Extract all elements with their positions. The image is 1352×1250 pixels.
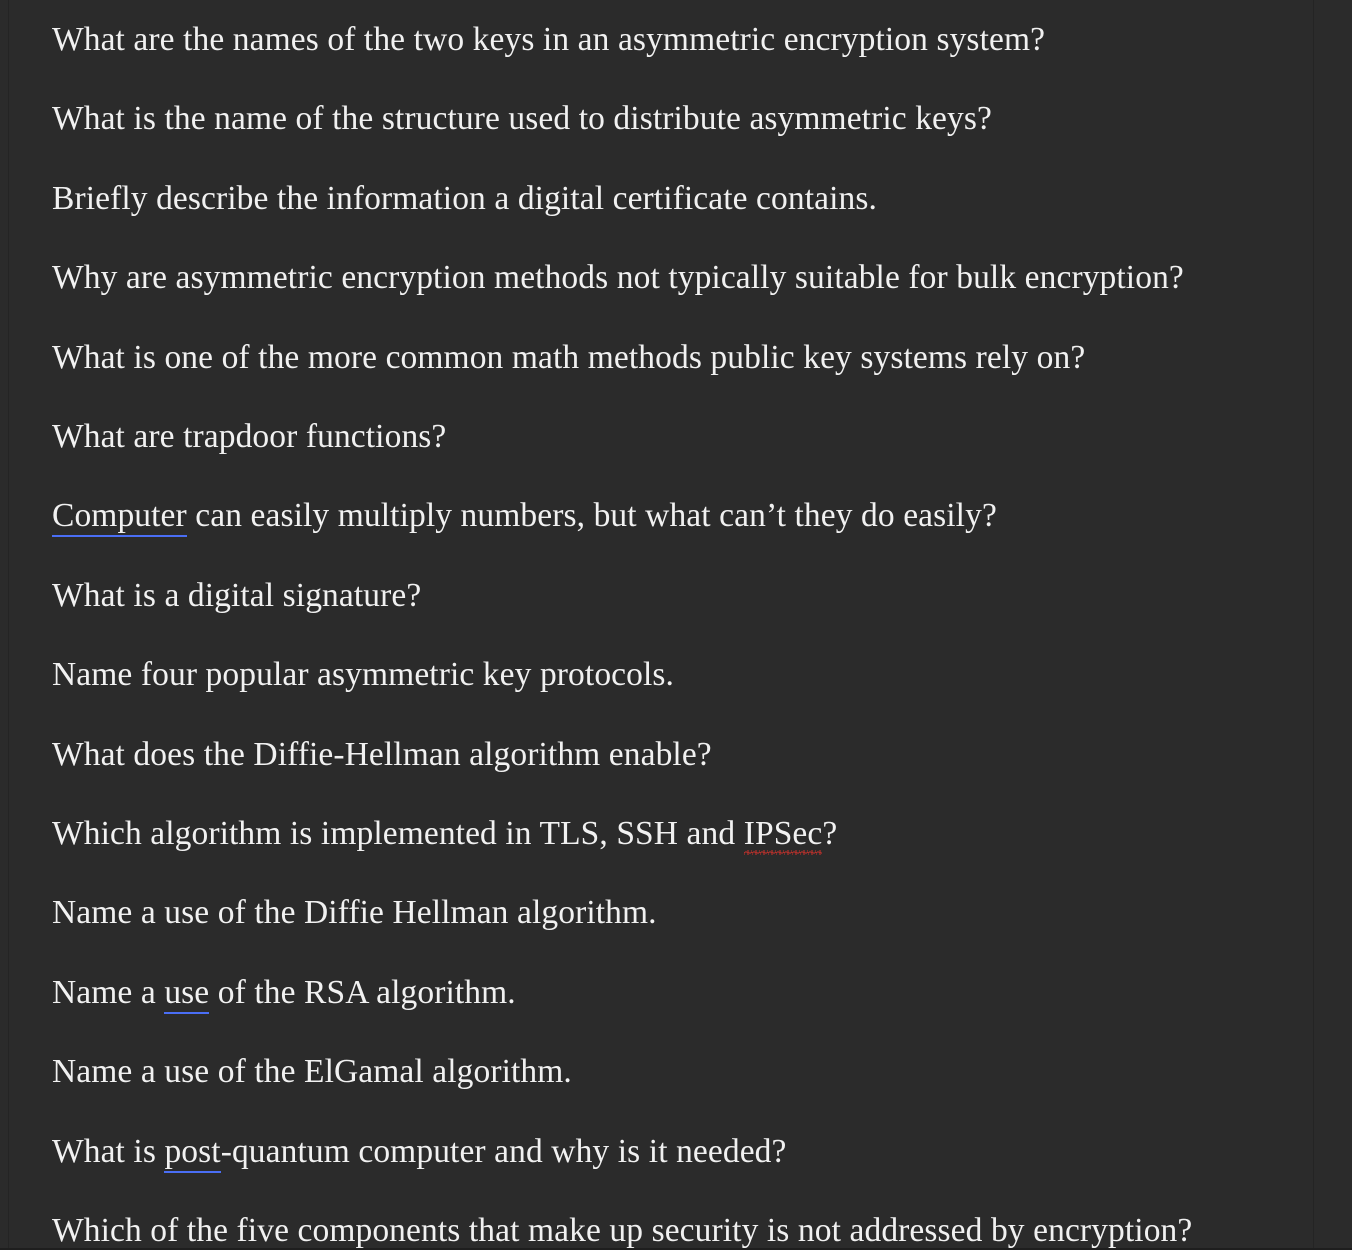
question-line[interactable]: Computer can easily multiply numbers, bu… xyxy=(52,476,1317,555)
question-line[interactable]: Name four popular asymmetric key protoco… xyxy=(52,635,1317,714)
question-text: -quantum computer and why is it needed? xyxy=(220,1132,787,1170)
question-line[interactable]: What does the Diffie-Hellman algorithm e… xyxy=(52,715,1317,794)
question-text: can easily multiply numbers, but what ca… xyxy=(186,497,997,535)
question-text: ? xyxy=(822,815,838,853)
grammar-suggestion-word[interactable]: use xyxy=(164,973,210,1014)
question-line[interactable]: Why are asymmetric encryption methods no… xyxy=(52,238,1317,317)
question-line[interactable]: What are trapdoor functions? xyxy=(52,397,1317,476)
grammar-suggestion-word[interactable]: post xyxy=(164,1132,221,1173)
grammar-suggestion-word[interactable]: Computer xyxy=(52,497,187,538)
left-margin-guide xyxy=(8,0,9,1250)
spelling-suggestion-word[interactable]: IPSec xyxy=(744,815,823,852)
question-text: of the RSA algorithm. xyxy=(209,973,516,1011)
question-line[interactable]: What is the name of the structure used t… xyxy=(52,79,1317,158)
question-text: What is xyxy=(52,1132,165,1170)
question-line[interactable]: Briefly describe the information a digit… xyxy=(52,159,1317,238)
question-line[interactable]: Which algorithm is implemented in TLS, S… xyxy=(52,794,1317,873)
document-page: What are the names of the two keys in an… xyxy=(0,0,1352,1250)
question-line[interactable]: What is one of the more common math meth… xyxy=(52,318,1317,397)
question-line[interactable]: Name a use of the RSA algorithm. xyxy=(52,953,1317,1032)
question-text: Name a xyxy=(52,973,165,1011)
question-line[interactable]: What is a digital signature? xyxy=(52,556,1317,635)
document-text-body[interactable]: What are the names of the two keys in an… xyxy=(52,0,1317,1250)
question-line[interactable]: What is post-quantum computer and why is… xyxy=(52,1112,1317,1191)
question-line[interactable]: Name a use of the ElGamal algorithm. xyxy=(52,1032,1317,1111)
question-line[interactable]: What are the names of the two keys in an… xyxy=(52,0,1317,79)
question-line[interactable]: Name a use of the Diffie Hellman algorit… xyxy=(52,873,1317,952)
question-line[interactable]: Which of the five components that make u… xyxy=(52,1191,1317,1250)
question-text: Which algorithm is implemented in TLS, S… xyxy=(52,815,744,853)
